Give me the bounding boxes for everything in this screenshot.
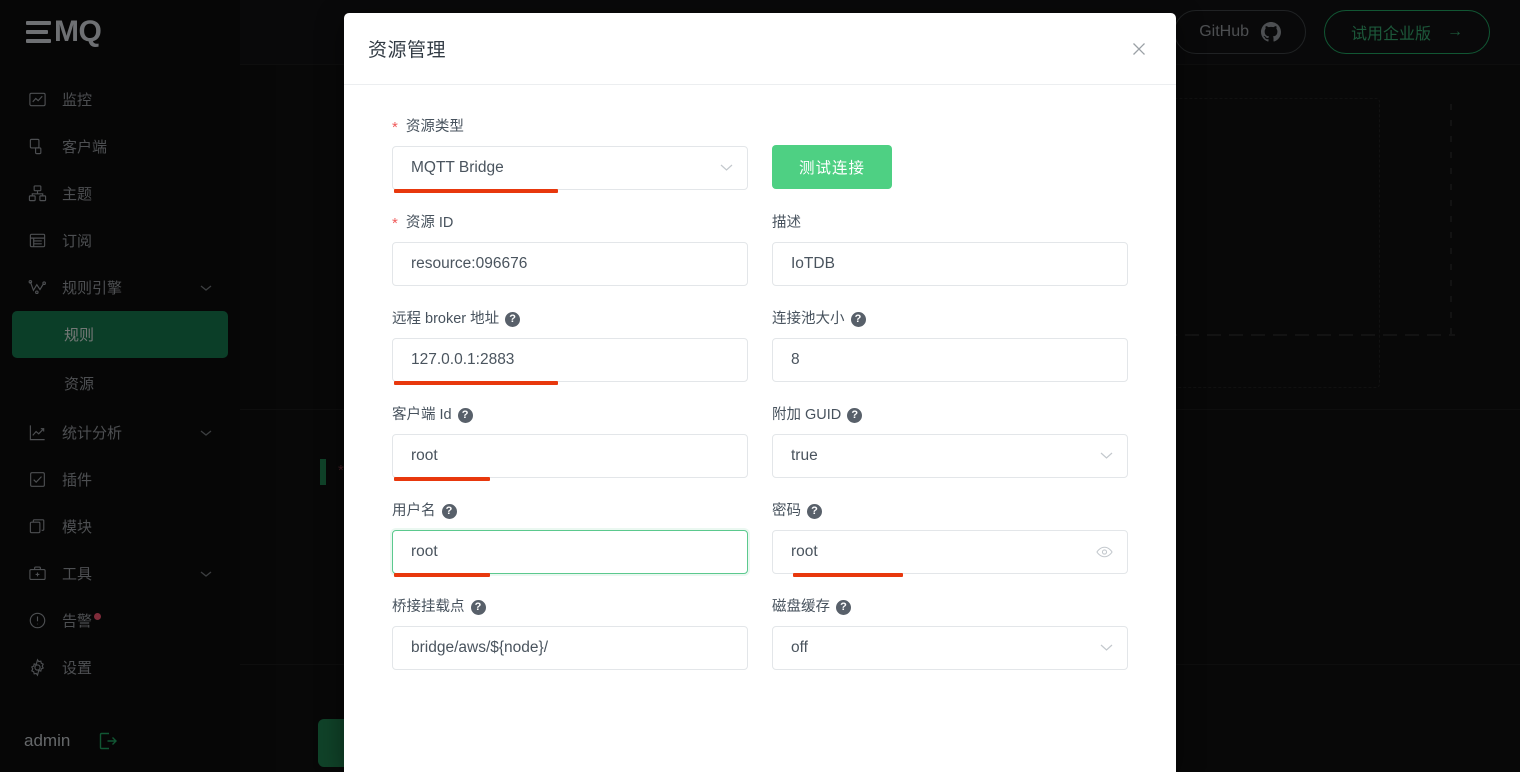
field-value: 127.0.0.1:2883 xyxy=(411,351,514,369)
help-icon[interactable]: ? xyxy=(458,408,473,423)
field-label: 桥接挂载点 ? xyxy=(392,597,748,617)
text-selection-underline xyxy=(394,189,558,193)
help-icon[interactable]: ? xyxy=(471,600,486,615)
chevron-down-icon xyxy=(1100,644,1113,653)
field-value: 8 xyxy=(791,351,800,369)
disk-cache-select[interactable]: off xyxy=(772,626,1128,670)
field-label: 远程 broker 地址 ? xyxy=(392,309,748,329)
remote-broker-address-input[interactable]: 127.0.0.1:2883 xyxy=(392,338,748,382)
modal-header: 资源管理 xyxy=(344,13,1176,85)
chevron-down-icon xyxy=(720,164,733,173)
required-star-icon: * xyxy=(392,120,398,135)
field-client-id: 客户端 Id ? root xyxy=(392,405,748,478)
field-resource-id: * 资源 ID resource:096676 xyxy=(392,213,748,286)
field-value: IoTDB xyxy=(791,255,835,273)
field-label: 连接池大小 ? xyxy=(772,309,1128,329)
field-label: 磁盘缓存 ? xyxy=(772,597,1128,617)
description-input[interactable]: IoTDB xyxy=(772,242,1128,286)
eye-icon[interactable] xyxy=(1096,544,1113,561)
chevron-down-icon xyxy=(1100,452,1113,461)
client-id-input[interactable]: root xyxy=(392,434,748,478)
text-selection-underline xyxy=(793,573,903,577)
field-description: 描述 IoTDB xyxy=(772,213,1128,286)
text-selection-underline xyxy=(394,381,558,385)
field-value: resource:096676 xyxy=(411,255,527,273)
field-value: MQTT Bridge xyxy=(411,159,504,177)
append-guid-select[interactable]: true xyxy=(772,434,1128,478)
resource-id-input[interactable]: resource:096676 xyxy=(392,242,748,286)
help-icon[interactable]: ? xyxy=(442,504,457,519)
form-row: 用户名 ? root 密码 ? root xyxy=(392,501,1128,574)
field-password: 密码 ? root xyxy=(772,501,1128,574)
field-value: bridge/aws/${node}/ xyxy=(411,639,548,657)
help-icon[interactable]: ? xyxy=(851,312,866,327)
field-value: root xyxy=(791,543,818,561)
field-resource-type: * 资源类型 MQTT Bridge xyxy=(392,117,748,190)
field-label: 用户名 ? xyxy=(392,501,748,521)
field-bridge-mount-point: 桥接挂载点 ? bridge/aws/${node}/ xyxy=(392,597,748,670)
help-icon[interactable]: ? xyxy=(505,312,520,327)
field-value: root xyxy=(411,447,438,465)
field-label: * 资源 ID xyxy=(392,213,748,233)
required-star-icon: * xyxy=(392,216,398,231)
field-remote-broker-address: 远程 broker 地址 ? 127.0.0.1:2883 xyxy=(392,309,748,382)
field-append-guid: 附加 GUID ? true xyxy=(772,405,1128,478)
password-input[interactable]: root xyxy=(772,530,1128,574)
field-label: 描述 xyxy=(772,213,1128,233)
form-row: * 资源类型 MQTT Bridge 测试连接 xyxy=(392,117,1128,190)
text-selection-underline xyxy=(394,477,490,481)
field-value: off xyxy=(791,639,808,657)
field-value: root xyxy=(411,543,438,561)
resource-management-dialog: 资源管理 * 资源类型 MQTT Bridge xyxy=(344,13,1176,772)
field-disk-cache: 磁盘缓存 ? off xyxy=(772,597,1128,670)
text-selection-underline xyxy=(394,573,490,577)
field-label: 客户端 Id ? xyxy=(392,405,748,425)
modal-title: 资源管理 xyxy=(368,35,446,62)
form-row: 客户端 Id ? root 附加 GUID ? true xyxy=(392,405,1128,478)
form-row: 桥接挂载点 ? bridge/aws/${node}/ 磁盘缓存 ? off xyxy=(392,597,1128,670)
modal-body: * 资源类型 MQTT Bridge 测试连接 * xyxy=(344,85,1176,772)
help-icon[interactable]: ? xyxy=(847,408,862,423)
field-pool-size: 连接池大小 ? 8 xyxy=(772,309,1128,382)
field-value: true xyxy=(791,447,818,465)
field-label: 密码 ? xyxy=(772,501,1128,521)
close-icon[interactable] xyxy=(1126,36,1152,62)
field-username: 用户名 ? root xyxy=(392,501,748,574)
username-input[interactable]: root xyxy=(392,530,748,574)
form-row: * 资源 ID resource:096676 描述 IoTDB xyxy=(392,213,1128,286)
bridge-mount-point-input[interactable]: bridge/aws/${node}/ xyxy=(392,626,748,670)
help-icon[interactable]: ? xyxy=(836,600,851,615)
field-label: 附加 GUID ? xyxy=(772,405,1128,425)
test-connection-button[interactable]: 测试连接 xyxy=(772,145,892,189)
test-connection-wrap: 测试连接 xyxy=(772,117,892,190)
field-label: * 资源类型 xyxy=(392,117,748,137)
resource-type-select[interactable]: MQTT Bridge xyxy=(392,146,748,190)
form-row: 远程 broker 地址 ? 127.0.0.1:2883 连接池大小 ? 8 xyxy=(392,309,1128,382)
pool-size-input[interactable]: 8 xyxy=(772,338,1128,382)
help-icon[interactable]: ? xyxy=(807,504,822,519)
